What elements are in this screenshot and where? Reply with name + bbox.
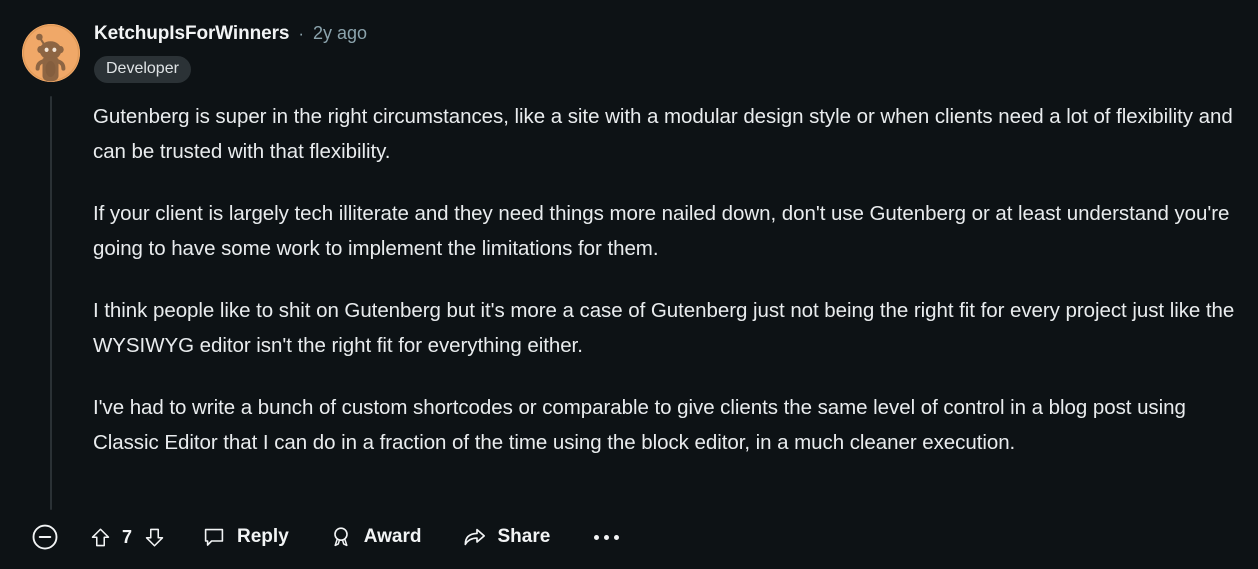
comment-bubble-icon (204, 528, 224, 546)
reddit-snoo-avatar-icon (22, 24, 80, 82)
ellipsis-icon-dot (614, 534, 620, 540)
author-line: KetchupIsForWinners · 2y ago (94, 23, 367, 49)
reply-button[interactable]: Reply (202, 517, 289, 557)
upvote-button[interactable] (86, 523, 114, 551)
comment-timestamp: 2y ago (313, 23, 368, 43)
author-username[interactable]: KetchupIsForWinners (94, 23, 289, 45)
award-label: Award (363, 526, 422, 547)
author-meta: KetchupIsForWinners · 2y ago Developer (94, 22, 367, 83)
comment-container: KetchupIsForWinners · 2y ago Developer G… (0, 0, 1258, 569)
share-arrow-icon (464, 528, 485, 545)
comment-header: KetchupIsForWinners · 2y ago Developer (0, 22, 1258, 94)
more-options-button[interactable] (590, 529, 623, 546)
downvote-button[interactable] (140, 523, 168, 551)
thread-collapse-line[interactable] (50, 96, 52, 510)
vote-group: 7 (86, 523, 168, 551)
comment-paragraph: Gutenberg is super in the right circumst… (93, 105, 1233, 163)
comment-paragraph: I've had to write a bunch of custom shor… (93, 396, 1186, 454)
minus-circle-icon (32, 524, 58, 550)
avatar[interactable] (22, 24, 80, 82)
meta-separator: · (298, 24, 305, 43)
comment-paragraph: I think people like to shit on Gutenberg… (93, 299, 1235, 357)
vote-score: 7 (122, 526, 133, 547)
comment-paragraph: If your client is largely tech illiterat… (93, 202, 1230, 260)
collapse-thread-button[interactable] (30, 517, 60, 557)
upvote-arrow-icon (91, 527, 109, 546)
reply-label: Reply (237, 526, 289, 547)
award-medal-icon (333, 527, 348, 547)
share-label: Share (497, 526, 551, 547)
share-button[interactable]: Share (462, 517, 551, 557)
downvote-arrow-icon (145, 528, 163, 547)
comment-action-bar: 7 Reply Award Share (30, 517, 623, 557)
award-button[interactable]: Award (329, 517, 422, 557)
ellipsis-icon-dot (604, 534, 610, 540)
comment-body: Gutenberg is super in the right circumst… (0, 100, 1258, 460)
status-badge: Developer (94, 56, 191, 83)
ellipsis-icon-dot (594, 534, 600, 540)
